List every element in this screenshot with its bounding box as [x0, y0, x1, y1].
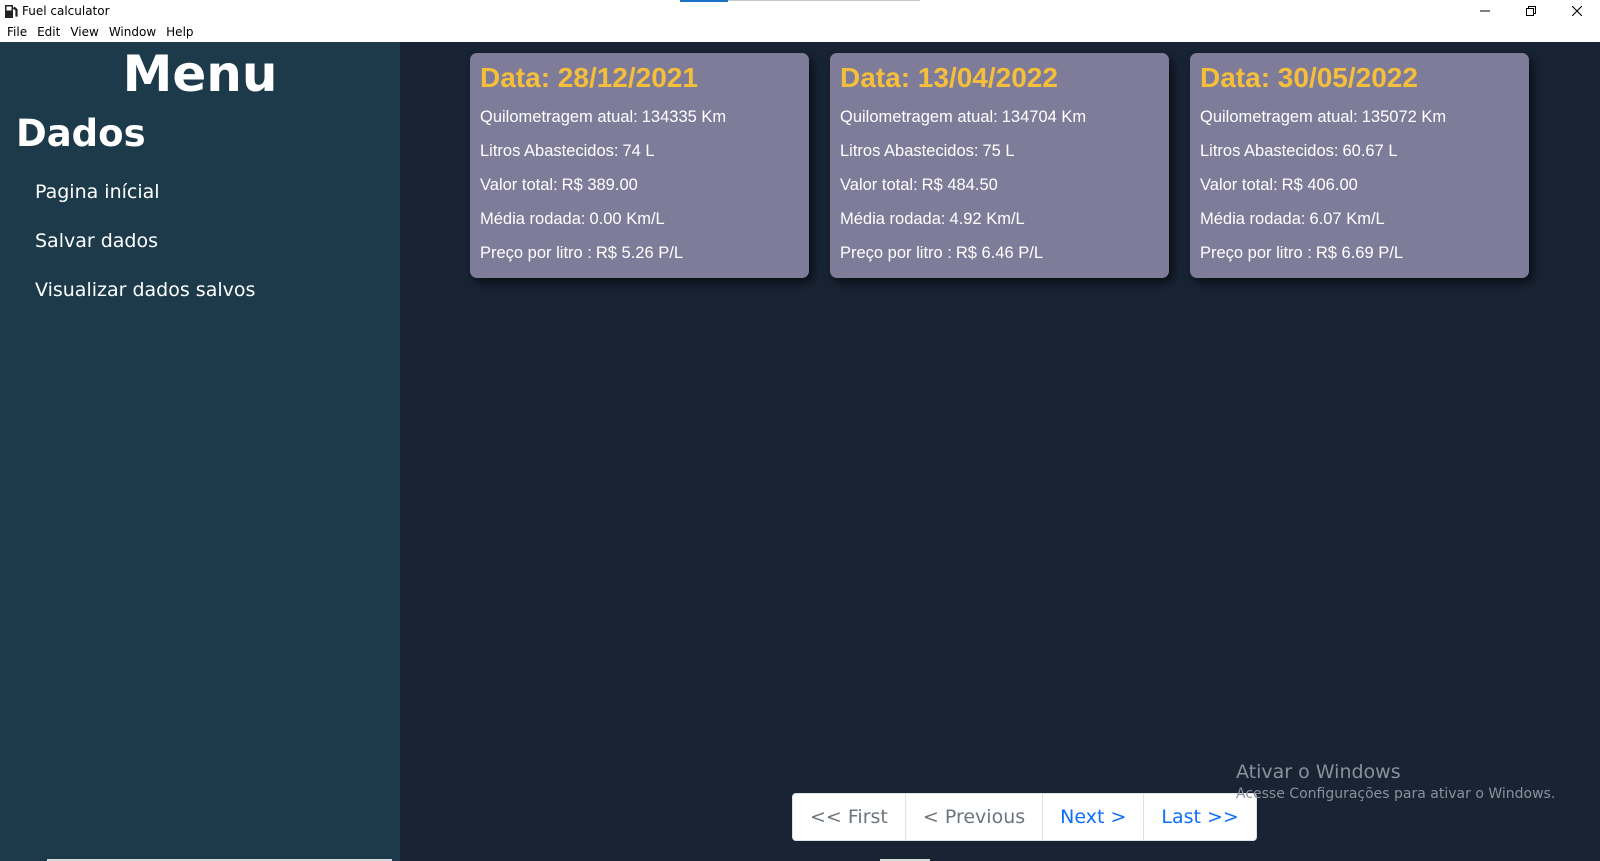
next-page-button[interactable]: Next >: [1043, 794, 1145, 840]
card-liters: Litros Abastecidos: 75 L: [840, 142, 1015, 161]
card-mileage-value: 135072 Km: [1361, 108, 1447, 126]
card-price-per-liter: Preço por litro : R$ 6.69 P/L: [1200, 244, 1403, 263]
card-mileage-value: 134335 Km: [641, 108, 727, 126]
card-liters-label: Litros Abastecidos:: [1200, 142, 1339, 160]
card-total-value: R$ 389.00: [561, 176, 638, 194]
close-button[interactable]: [1554, 0, 1600, 22]
card-mileage-value: 134704 Km: [1001, 108, 1087, 126]
card-liters-value: 74 L: [622, 142, 655, 160]
card-price-per-liter: Preço por litro : R$ 6.46 P/L: [840, 244, 1043, 263]
card-price-per-liter: Preço por litro : R$ 5.26 P/L: [480, 244, 683, 263]
card-average-label: Média rodada:: [1200, 210, 1306, 228]
sidebar-section-heading: Dados: [16, 112, 146, 155]
restore-button[interactable]: [1508, 0, 1554, 22]
window-title: Fuel calculator: [22, 4, 110, 18]
card-liters-label: Litros Abastecidos:: [480, 142, 619, 160]
main-content: Data: 28/12/2021 Quilometragem atual: 134…: [400, 42, 1600, 861]
card-price-label: Preço por litro :: [480, 244, 592, 262]
card-price-value: R$ 6.46 P/L: [955, 244, 1044, 262]
activation-watermark-subtitle: Acesse Configurações para ativar o Windo…: [1236, 786, 1556, 802]
pagination: << First < Previous Next > Last >>: [792, 793, 1257, 841]
card-liters: Litros Abastecidos: 60.67 L: [1200, 142, 1398, 161]
card-liters-value: 60.67 L: [1342, 142, 1398, 160]
menu-view[interactable]: View: [65, 25, 103, 39]
card-mileage: Quilometragem atual: 134704 Km: [840, 108, 1086, 127]
menu-help[interactable]: Help: [161, 25, 198, 39]
card-date: Data: 28/12/2021: [480, 62, 698, 93]
title-accent-line: [728, 0, 920, 1]
card-total-label: Valor total:: [480, 176, 558, 194]
menu-file[interactable]: File: [2, 25, 32, 39]
card-date: Data: 13/04/2022: [840, 62, 1058, 93]
fuel-pump-icon: [5, 5, 18, 18]
card-total-value: R$ 484.50: [921, 176, 998, 194]
card-mileage-label: Quilometragem atual:: [1200, 108, 1358, 126]
card-total: Valor total: R$ 406.00: [1200, 176, 1358, 195]
card-average-value: 6.07 Km/L: [1309, 210, 1385, 228]
card-total-value: R$ 406.00: [1281, 176, 1358, 194]
card-liters-value: 75 L: [982, 142, 1015, 160]
card-price-value: R$ 6.69 P/L: [1315, 244, 1404, 262]
minimize-button[interactable]: [1462, 0, 1508, 22]
sidebar-item-home[interactable]: Pagina inícial: [35, 181, 160, 203]
sidebar-item-save-data[interactable]: Salvar dados: [35, 230, 158, 252]
card-liters-label: Litros Abastecidos:: [840, 142, 979, 160]
card-total-label: Valor total:: [1200, 176, 1278, 194]
menu-edit[interactable]: Edit: [32, 25, 65, 39]
card-mileage-label: Quilometragem atual:: [480, 108, 638, 126]
card-average: Média rodada: 4.92 Km/L: [840, 210, 1025, 229]
card-average: Média rodada: 6.07 Km/L: [1200, 210, 1385, 229]
card-average-label: Média rodada:: [840, 210, 946, 228]
record-card: Data: 30/05/2022 Quilometragem atual: 135…: [1190, 53, 1529, 278]
card-liters: Litros Abastecidos: 74 L: [480, 142, 655, 161]
menu-window[interactable]: Window: [104, 25, 161, 39]
record-card: Data: 28/12/2021 Quilometragem atual: 134…: [470, 53, 809, 278]
card-total: Valor total: R$ 484.50: [840, 176, 998, 195]
card-mileage: Quilometragem atual: 135072 Km: [1200, 108, 1446, 127]
title-accent-bar: [680, 0, 728, 2]
card-average-label: Média rodada:: [480, 210, 586, 228]
activation-watermark-title: Ativar o Windows: [1236, 761, 1401, 783]
sidebar: Menu Dados Pagina inícial Salvar dados V…: [0, 42, 400, 861]
title-bar: Fuel calculator: [0, 0, 1600, 22]
card-mileage-label: Quilometragem atual:: [840, 108, 998, 126]
restore-icon: [1526, 6, 1536, 16]
card-average: Média rodada: 0.00 Km/L: [480, 210, 665, 229]
card-price-value: R$ 5.26 P/L: [595, 244, 684, 262]
menu-bar: File Edit View Window Help: [0, 22, 1600, 42]
sidebar-title: Menu: [122, 45, 278, 103]
card-date: Data: 30/05/2022: [1200, 62, 1418, 93]
card-price-label: Preço por litro :: [840, 244, 952, 262]
card-average-value: 0.00 Km/L: [589, 210, 665, 228]
previous-page-button[interactable]: < Previous: [906, 794, 1044, 840]
minimize-icon: [1480, 10, 1490, 12]
card-mileage: Quilometragem atual: 134335 Km: [480, 108, 726, 127]
card-average-value: 4.92 Km/L: [949, 210, 1025, 228]
sidebar-item-view-saved-data[interactable]: Visualizar dados salvos: [35, 279, 255, 301]
card-price-label: Preço por litro :: [1200, 244, 1312, 262]
card-total-label: Valor total:: [840, 176, 918, 194]
card-total: Valor total: R$ 389.00: [480, 176, 638, 195]
close-icon: [1572, 6, 1582, 16]
first-page-button[interactable]: << First: [793, 794, 906, 840]
record-card: Data: 13/04/2022 Quilometragem atual: 134…: [830, 53, 1169, 278]
